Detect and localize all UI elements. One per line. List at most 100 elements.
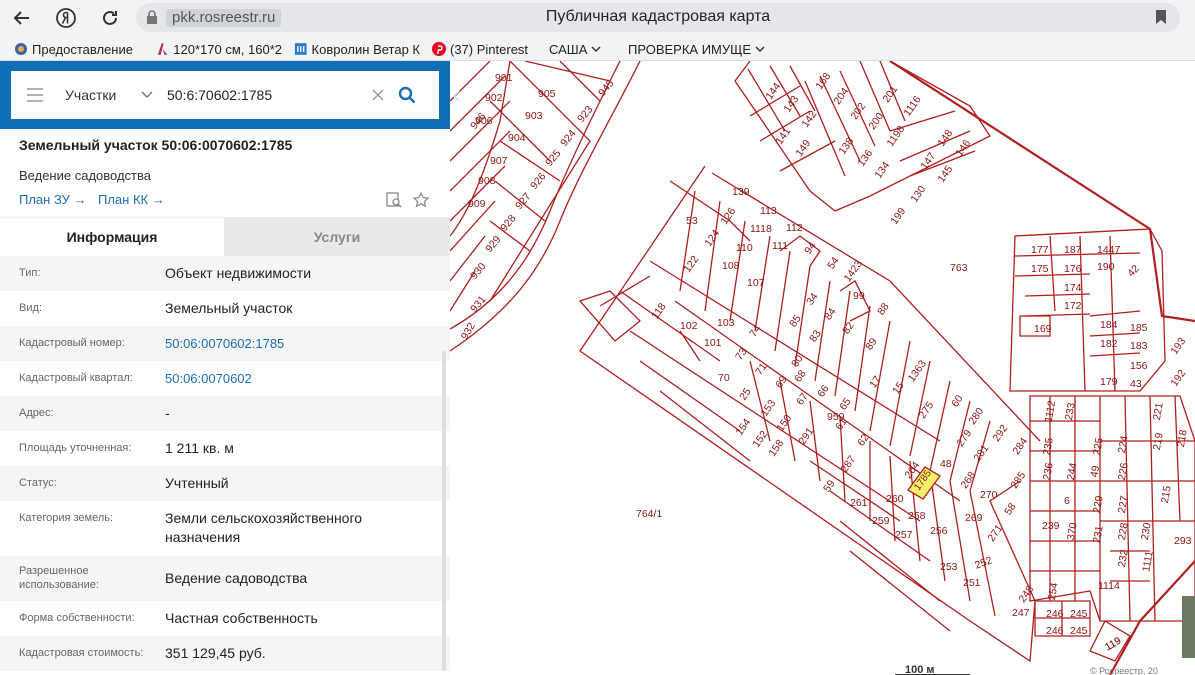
attribute-value: 1 211 кв. м xyxy=(165,440,234,456)
attribute-row: Разрешенное использование: Ведение садово… xyxy=(0,556,450,601)
parcel-number: 6 xyxy=(1064,495,1070,507)
attribute-label: Кадастровая стоимость: xyxy=(19,647,144,659)
bookmark-item[interactable]: (37) Pinterest xyxy=(432,40,538,58)
attribute-row: Площадь уточненная: 1 211 кв. м xyxy=(0,431,450,466)
star-icon[interactable] xyxy=(413,192,429,208)
chevron-left-icon xyxy=(453,90,460,102)
collapse-panel-button[interactable] xyxy=(450,81,464,111)
parcel-number: 48 xyxy=(940,458,952,470)
parcel-number: 103 xyxy=(717,317,735,329)
yandex-button[interactable] xyxy=(52,4,80,32)
back-button[interactable] xyxy=(8,4,36,32)
bookmark-folder[interactable]: ПРОВЕРКА ИМУЩЕ xyxy=(628,40,773,58)
scale-bar-label: 100 м xyxy=(905,664,935,675)
attribute-row: Вид: Земельный участок xyxy=(0,291,450,326)
parcel-number: 764/1 xyxy=(636,508,663,520)
cadastral-map[interactable]: 901 902 903 904 905 906 907 908 909 923 924 925 926 9… xyxy=(450,61,1195,675)
attribute-label: Кадастровый номер: xyxy=(19,337,125,349)
parcel-number: 260 xyxy=(886,493,904,505)
chevron-down-icon xyxy=(755,46,765,53)
attribute-label: Разрешенное использование: xyxy=(19,565,99,591)
parcel-number: 269 xyxy=(965,512,983,524)
attribute-label: Адрес: xyxy=(19,407,54,419)
parcel-number: 179 xyxy=(1100,376,1118,388)
parcel-number: 959 xyxy=(827,411,845,423)
page-title: Публичная кадастровая карта xyxy=(545,8,771,25)
attribute-row: Тип: Объект недвижимости xyxy=(0,256,450,291)
address-bar[interactable]: pkk.rosreestr.ru Публичная кадастровая к… xyxy=(136,3,1180,32)
attribute-label: Тип: xyxy=(19,267,41,279)
parcel-number: 904 xyxy=(508,132,526,144)
attribute-value: Земельный участок xyxy=(165,300,293,316)
parcel-number: 184 xyxy=(1100,319,1118,331)
attribute-label: Кадастровый квартал: xyxy=(19,372,133,384)
search-category[interactable]: Участки xyxy=(65,87,135,103)
parcel-number: 908 xyxy=(478,175,496,187)
parcel-number: 245 xyxy=(1070,625,1088,637)
parcel-number: 187 xyxy=(1064,244,1082,256)
parcel-number: 43 xyxy=(1130,378,1142,390)
parcel-number: 1118 xyxy=(750,223,772,235)
attribute-value: Объект недвижимости xyxy=(165,265,312,281)
parcel-number: 53 xyxy=(686,215,698,227)
attribute-value: - xyxy=(165,405,170,421)
bookmark-folder[interactable]: САША xyxy=(549,40,611,58)
tab-bar: Информация Услуги xyxy=(0,217,450,256)
parcel-number: 176 xyxy=(1064,263,1082,275)
parcel-number: 909 xyxy=(468,198,486,210)
attribute-value-link[interactable]: 50:06:0070602 xyxy=(165,369,425,388)
search-box: Участки 50:6:70602:1785 xyxy=(11,71,439,119)
parcel-number: 49 xyxy=(1088,464,1103,479)
reload-button[interactable] xyxy=(96,4,124,32)
attribute-row: Форма собственности: Частная собственност… xyxy=(0,601,450,636)
scrollbar[interactable] xyxy=(442,351,446,671)
parcel-number: 139 xyxy=(732,186,750,198)
tab-info[interactable]: Информация xyxy=(0,218,224,256)
arrow-left-icon xyxy=(13,11,29,25)
tab-services[interactable]: Услуги xyxy=(224,218,450,256)
object-subtitle: Ведение садоводства xyxy=(19,168,151,183)
plan-zu-link[interactable]: План ЗУ → xyxy=(19,192,87,207)
pinterest-icon xyxy=(432,42,446,56)
bookmark-label: Предоставление xyxy=(32,41,133,57)
clear-icon[interactable] xyxy=(372,89,384,101)
parcel-number: 259 xyxy=(872,515,890,527)
parcel-number: 261 xyxy=(850,497,868,509)
attribute-label: Вид: xyxy=(19,302,42,314)
parcel-number: 101 xyxy=(704,337,722,349)
search-document-icon[interactable] xyxy=(386,192,402,208)
attribute-value-link[interactable]: 50:06:0070602:1785 xyxy=(165,334,425,353)
bookmark-icon[interactable] xyxy=(1154,9,1168,25)
bookmark-item[interactable]: Предоставление xyxy=(14,40,134,58)
attribute-value: Частная собственность xyxy=(165,610,318,626)
parcel-number: 182 xyxy=(1100,338,1118,350)
site-icon xyxy=(15,43,27,55)
bookmarks-bar: Предоставление 120*170 см, 160*2 Ковроли… xyxy=(0,36,1195,61)
satellite-tile xyxy=(1182,596,1195,658)
attribute-label: Статус: xyxy=(19,477,57,489)
parcel-number: 246 xyxy=(1046,625,1064,637)
attribute-value: Земли сельскохозяйственного назначения xyxy=(165,510,363,545)
info-panel: Участки 50:6:70602:1785 Земельный участо… xyxy=(0,61,450,675)
parcel-number: 175 xyxy=(1031,263,1049,275)
chevron-down-icon[interactable] xyxy=(141,91,153,99)
menu-icon[interactable] xyxy=(27,88,43,102)
bookmark-item[interactable]: 120*170 см, 160*2 xyxy=(156,40,282,58)
attribute-row: Кадастровый номер: 50:06:0070602:1785 xyxy=(0,326,450,361)
reload-icon xyxy=(103,10,117,25)
bookmark-label: 120*170 см, 160*2 xyxy=(173,41,282,57)
attribute-row: Кадастровая стоимость: 351 129,45 руб. xyxy=(0,636,450,671)
search-icon[interactable] xyxy=(398,86,416,104)
attribute-label: Площадь уточненная: xyxy=(19,442,132,454)
bookmark-item[interactable]: Ковролин Ветар К xyxy=(294,40,420,58)
object-title: Земельный участок 50:06:0070602:1785 xyxy=(19,137,293,153)
site-icon xyxy=(157,43,168,55)
search-input[interactable]: 50:6:70602:1785 xyxy=(167,87,372,103)
parcel-number: 1447 xyxy=(1097,244,1121,256)
parcel-number: 239 xyxy=(1042,520,1060,532)
plan-kk-link[interactable]: План КК → xyxy=(98,192,165,207)
bookmark-label: (37) Pinterest xyxy=(450,41,529,57)
parcel-number: 107 xyxy=(747,277,765,289)
parcel-number: 70 xyxy=(718,372,730,384)
outer-boundary xyxy=(889,61,1195,323)
